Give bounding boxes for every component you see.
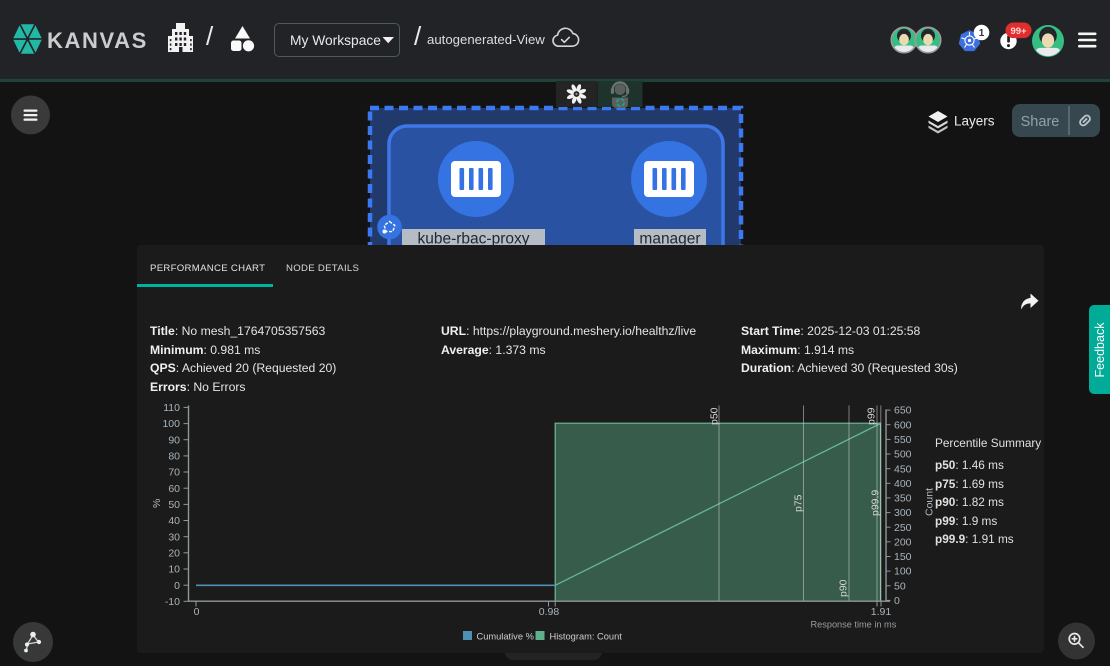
svg-text:Share: Share [1021, 114, 1060, 130]
svg-text:p90: p90 [838, 579, 850, 597]
svg-text:60: 60 [168, 483, 180, 495]
svg-text:0: 0 [174, 580, 180, 592]
svg-text:1: 1 [979, 28, 985, 39]
svg-text:0: 0 [194, 606, 200, 618]
svg-text:110: 110 [163, 402, 180, 414]
svg-text:600: 600 [894, 419, 912, 431]
svg-text:10: 10 [168, 564, 180, 576]
svg-text:%: % [151, 499, 163, 508]
svg-text:90: 90 [168, 434, 180, 446]
svg-text:300: 300 [894, 507, 912, 519]
svg-text:350: 350 [894, 493, 912, 505]
svg-text:Histogram: Count: Histogram: Count [550, 631, 623, 641]
svg-text:50: 50 [168, 499, 180, 511]
svg-text:150: 150 [894, 551, 912, 563]
svg-text:1.91: 1.91 [871, 606, 892, 618]
svg-text:400: 400 [894, 478, 912, 490]
svg-text:0: 0 [894, 595, 900, 607]
svg-text:p99.9: p99.9 [870, 490, 882, 516]
svg-text:99+: 99+ [1010, 26, 1027, 37]
svg-text:p99: p99 [866, 407, 878, 425]
svg-text:50: 50 [894, 580, 906, 592]
svg-text:Response time in ms: Response time in ms [811, 620, 897, 630]
svg-text:Count: Count [924, 488, 936, 516]
svg-text:200: 200 [894, 536, 912, 548]
svg-text:20: 20 [168, 547, 180, 559]
svg-text:650: 650 [894, 405, 912, 417]
svg-text:-10: -10 [165, 596, 180, 608]
svg-text:0.98: 0.98 [539, 606, 560, 618]
svg-text:40: 40 [168, 515, 180, 527]
svg-text:p50: p50 [709, 407, 721, 425]
svg-text:100: 100 [162, 418, 180, 430]
svg-text:30: 30 [168, 531, 180, 543]
svg-text:500: 500 [894, 449, 912, 461]
svg-text:Cumulative %: Cumulative % [477, 631, 534, 641]
svg-text:80: 80 [168, 451, 180, 463]
svg-text:100: 100 [894, 566, 912, 578]
svg-text:70: 70 [168, 467, 180, 479]
svg-text:550: 550 [894, 434, 912, 446]
svg-text:450: 450 [894, 463, 912, 475]
svg-text:Layers: Layers [954, 114, 995, 129]
svg-text:250: 250 [894, 522, 912, 534]
svg-text:p75: p75 [793, 494, 805, 512]
